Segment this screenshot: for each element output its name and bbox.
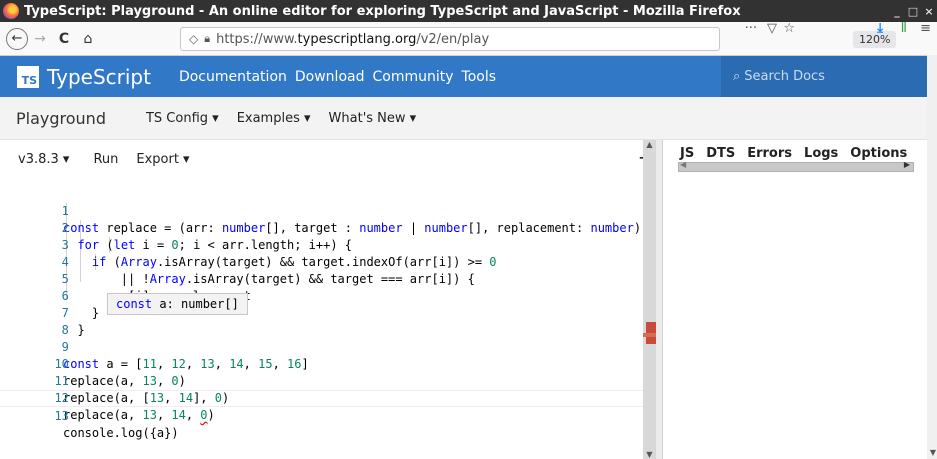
code-editor[interactable]: 1 const replace = (arr: number[], target… xyxy=(0,178,645,459)
export-menu[interactable]: Export ▾ xyxy=(136,152,189,167)
code-line: 4 || !Array.isArray(target) && target ==… xyxy=(0,237,645,286)
bookmark-star-icon[interactable]: ☆ xyxy=(783,21,795,36)
cursor-overview-marker xyxy=(643,333,656,337)
close-icon[interactable]: × xyxy=(921,5,937,18)
code-line: 8 xyxy=(0,305,645,337)
playground-bar: Playground TS Config ▾ Examples ▾ What's… xyxy=(0,97,937,140)
nav-community[interactable]: Community xyxy=(372,69,453,85)
editor-toolbar: v3.8.3 ▾ Run Export ▾ ⇥ xyxy=(0,140,662,178)
line-code: replace(a, 13, 14, 0) xyxy=(63,408,215,422)
tabs-horizontal-scrollbar[interactable]: ◀ ▶ xyxy=(678,160,914,172)
code-line: 7 } xyxy=(0,288,645,337)
pocket-icon[interactable]: ▽ xyxy=(767,21,777,36)
search-icon: ⌕ xyxy=(733,69,741,84)
code-line: 6 } xyxy=(0,271,645,320)
playground-title: Playground xyxy=(16,108,106,128)
page-actions-icon[interactable]: ··· xyxy=(745,21,757,36)
output-sidebar: JS DTS Errors Logs Options ◀ ▶ ▼ xyxy=(663,55,937,459)
site-header: TS TypeScript Documentation Download Com… xyxy=(0,56,937,97)
code-line: 10 replace(a, 13, 0) xyxy=(0,339,645,388)
browser-navbar: ← → C ⌂ ◇ 🔒︎ https://www.typescriptlang.… xyxy=(0,21,937,56)
firefox-icon xyxy=(3,3,19,19)
code-line: 9 const a = [11, 12, 13, 14, 15, 16] xyxy=(0,322,645,371)
nav-documentation[interactable]: Documentation xyxy=(179,69,287,85)
scroll-right-icon[interactable]: ▶ xyxy=(904,160,910,169)
reload-icon[interactable]: C xyxy=(52,27,76,51)
minimize-icon[interactable]: _ xyxy=(889,5,905,18)
version-select[interactable]: v3.8.3 ▾ xyxy=(18,152,69,167)
window-title: TypeScript: Playground - An online edito… xyxy=(24,3,741,19)
window-controls: _ □ × xyxy=(889,0,937,22)
back-arrow-icon[interactable]: ← xyxy=(6,27,28,50)
lock-icon[interactable]: 🔒︎ xyxy=(204,32,210,46)
search-placeholder: Search Docs xyxy=(744,69,825,84)
nav-download[interactable]: Download xyxy=(295,69,365,85)
zoom-level-badge[interactable]: 120% xyxy=(853,31,897,48)
maximize-icon[interactable]: □ xyxy=(905,5,921,18)
code-line: 11 replace(a, [13, 14], 0) xyxy=(0,356,645,405)
line-number: 13 xyxy=(54,409,69,423)
examples-menu[interactable]: Examples ▾ xyxy=(237,111,311,126)
forward-arrow-icon[interactable]: → xyxy=(28,27,52,51)
editor-scrollbar[interactable]: ▲ ▼ xyxy=(643,140,656,459)
site-brand[interactable]: TypeScript xyxy=(47,65,151,89)
search-docs-input[interactable]: ⌕ Search Docs xyxy=(721,56,937,97)
scroll-up-icon[interactable]: ▲ xyxy=(643,140,656,149)
home-icon[interactable]: ⌂ xyxy=(76,27,100,51)
code-line-current: 13 console.log({a}) xyxy=(0,390,645,440)
tracking-protection-icon[interactable]: ◇ xyxy=(189,32,198,46)
pane-splitter[interactable] xyxy=(656,140,663,459)
line-code: console.log({a}) xyxy=(63,426,179,440)
code-line: 3 if (Array.isArray(target) && target.in… xyxy=(0,220,645,269)
hamburger-menu-icon[interactable]: ≡ xyxy=(920,21,931,36)
site-nav: Documentation Download Community Tools xyxy=(179,69,496,85)
code-line: 5 arr[i] = replacement xyxy=(0,254,645,303)
nav-tools[interactable]: Tools xyxy=(462,69,497,85)
whats-new-menu[interactable]: What's New ▾ xyxy=(329,111,417,126)
hover-type-tooltip: const a: number[] xyxy=(107,293,248,315)
window-titlebar: TypeScript: Playground - An online edito… xyxy=(0,0,937,22)
ts-config-menu[interactable]: TS Config ▾ xyxy=(146,111,219,126)
typescript-logo[interactable]: TS xyxy=(17,65,39,88)
library-icon[interactable]: Ⅱ xyxy=(901,21,907,36)
code-line: 12 replace(a, 13, 14, 0) xyxy=(0,373,645,422)
page-scrollbar[interactable] xyxy=(927,55,937,459)
code-line: 1 const replace = (arr: number[], target… xyxy=(0,186,645,235)
page-scroll-down-icon[interactable]: ▼ xyxy=(930,448,936,457)
playground-menus: TS Config ▾ Examples ▾ What's New ▾ xyxy=(146,111,416,126)
url-bar[interactable]: ◇ 🔒︎ https://www.typescriptlang.org/v2/e… xyxy=(180,27,897,51)
url-text[interactable]: https://www.typescriptlang.org/v2/en/pla… xyxy=(216,32,489,47)
download-icon[interactable]: ⤓ xyxy=(877,21,883,36)
scroll-left-icon[interactable]: ◀ xyxy=(680,160,686,169)
scroll-down-icon[interactable]: ▼ xyxy=(643,450,656,459)
run-button[interactable]: Run xyxy=(93,152,118,167)
code-line: 2 for (let i = 0; i < arr.length; i++) { xyxy=(0,203,645,252)
